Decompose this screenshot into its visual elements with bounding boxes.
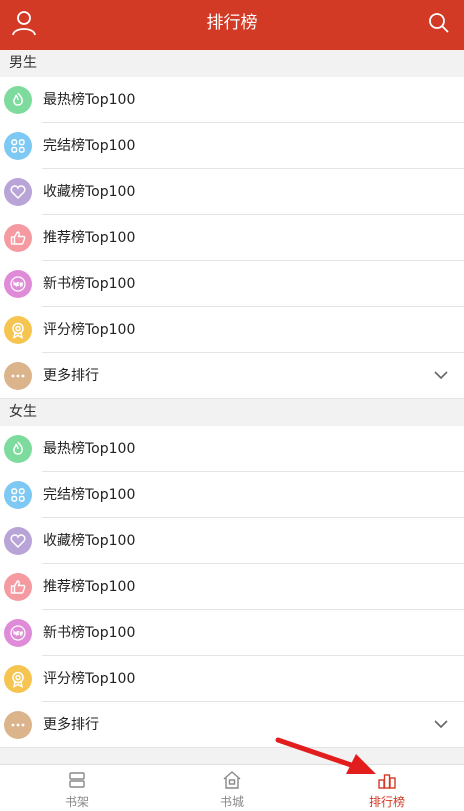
flame-icon (4, 86, 32, 114)
tab-label: 书架 (64, 795, 89, 809)
item-label: 完结榜Top100 (43, 487, 136, 503)
ellipsis-icon (4, 362, 32, 390)
item-label: 收藏榜Top100 (43, 184, 136, 200)
tab-bookshelf[interactable]: 书架 (0, 765, 154, 811)
ranking-content: 男生 最热榜Top100 完结榜Top100 收藏榜Top100 推荐榜Top1… (0, 50, 464, 764)
section-header-female: 女生 (0, 399, 464, 426)
list-item[interactable]: 新书榜Top100 (0, 261, 464, 307)
item-label: 评分榜Top100 (43, 322, 136, 338)
item-label: 完结榜Top100 (43, 138, 136, 154)
list-item[interactable]: 评分榜Top100 (0, 307, 464, 353)
item-label: 评分榜Top100 (43, 671, 136, 687)
tab-store[interactable]: 书城 (155, 765, 309, 811)
bottom-tab-bar: 书架 书城 排行榜 (0, 764, 464, 811)
tab-label: 书城 (219, 795, 244, 809)
chevron-down-icon[interactable] (434, 370, 448, 380)
thumbs-up-icon (4, 224, 32, 252)
flame-icon (4, 435, 32, 463)
chevron-down-icon[interactable] (434, 719, 448, 729)
grid-icon (4, 132, 32, 160)
ranking-list-male: 最热榜Top100 完结榜Top100 收藏榜Top100 推荐榜Top100 … (0, 77, 464, 399)
ranking-icon (378, 774, 396, 789)
app-header: 排行榜 (0, 0, 464, 50)
grid-icon (4, 481, 32, 509)
more-rankings-item[interactable]: 更多排行 (0, 353, 464, 399)
list-item[interactable]: 收藏榜Top100 (0, 518, 464, 564)
more-rankings-item[interactable]: 更多排行 (0, 702, 464, 748)
list-item[interactable]: 完结榜Top100 (0, 123, 464, 169)
item-label: 推荐榜Top100 (43, 579, 136, 595)
item-label: 新书榜Top100 (43, 625, 136, 641)
medal-icon (4, 316, 32, 344)
ellipsis-icon (4, 711, 32, 739)
new-badge-icon (4, 270, 32, 298)
tab-ranking[interactable]: 排行榜 (310, 765, 464, 811)
store-icon (223, 771, 241, 789)
item-label: 更多排行 (43, 717, 99, 733)
item-label: 最热榜Top100 (43, 92, 136, 108)
list-item[interactable]: 推荐榜Top100 (0, 215, 464, 261)
list-item[interactable]: 新书榜Top100 (0, 610, 464, 656)
item-label: 收藏榜Top100 (43, 533, 136, 549)
page-title: 排行榜 (206, 13, 258, 33)
section-header-male: 男生 (0, 50, 464, 77)
thumbs-up-icon (4, 573, 32, 601)
list-item[interactable]: 推荐榜Top100 (0, 564, 464, 610)
list-item[interactable]: 最热榜Top100 (0, 77, 464, 123)
new-badge-icon (4, 619, 32, 647)
search-icon[interactable] (428, 12, 450, 34)
tab-label: 排行榜 (368, 795, 405, 809)
heart-icon (4, 527, 32, 555)
list-item[interactable]: 完结榜Top100 (0, 472, 464, 518)
list-item[interactable]: 收藏榜Top100 (0, 169, 464, 215)
ranking-list-female: 最热榜Top100 完结榜Top100 收藏榜Top100 推荐榜Top100 … (0, 426, 464, 748)
item-label: 最热榜Top100 (43, 441, 136, 457)
bookshelf-icon (69, 772, 85, 788)
heart-icon (4, 178, 32, 206)
item-label: 更多排行 (43, 368, 99, 384)
medal-icon (4, 665, 32, 693)
list-item[interactable]: 最热榜Top100 (0, 426, 464, 472)
item-label: 推荐榜Top100 (43, 230, 136, 246)
item-label: 新书榜Top100 (43, 276, 136, 292)
list-item[interactable]: 评分榜Top100 (0, 656, 464, 702)
